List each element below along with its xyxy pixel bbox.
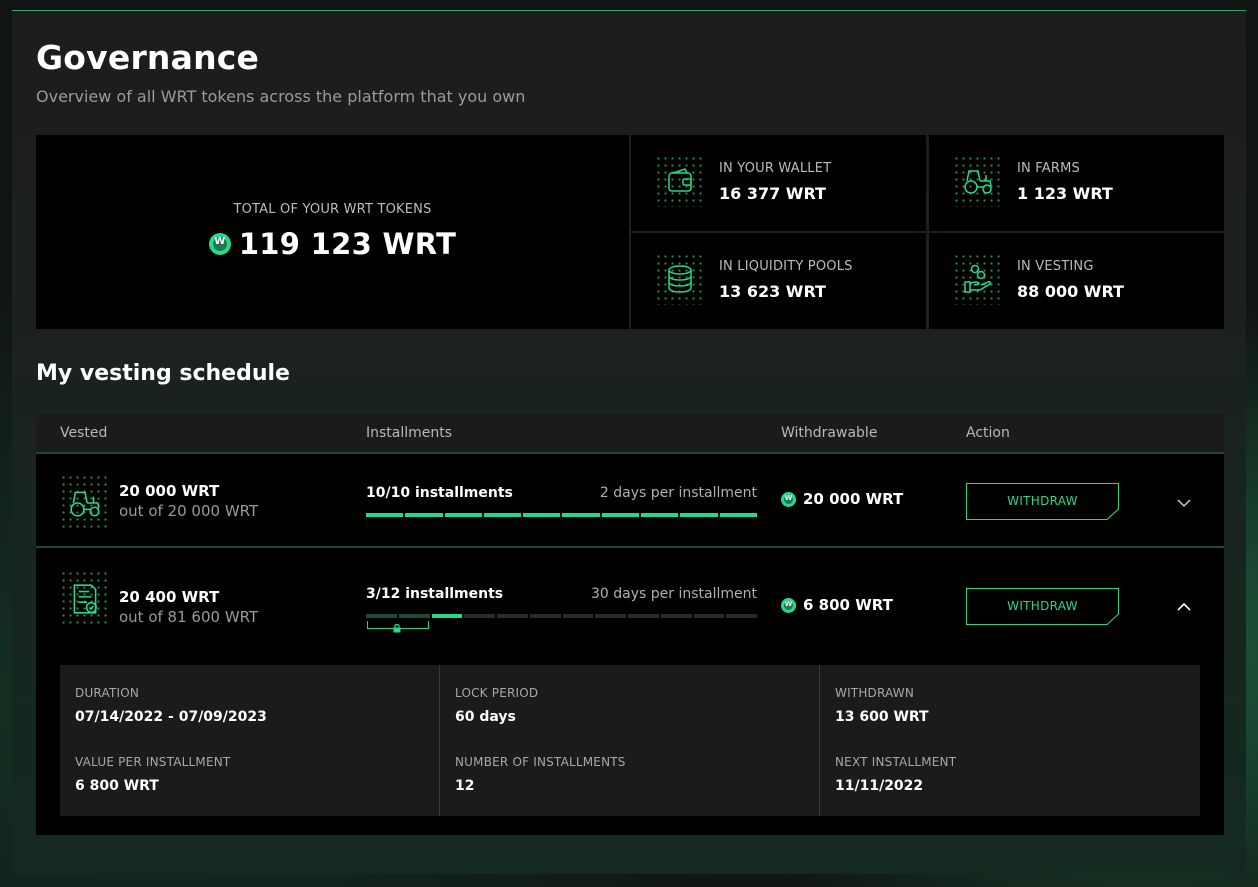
next-installment-label: NEXT INSTALLMENT — [835, 755, 957, 769]
withdrawn-label: WITHDRAWN — [835, 686, 915, 700]
tractor-icon — [953, 155, 1003, 207]
value-per-installment-label: VALUE PER INSTALLMENT — [75, 755, 231, 769]
stat-wallet: IN YOUR WALLET 16 377 WRT — [631, 135, 926, 231]
coin-stack-icon — [655, 253, 705, 305]
value-per-installment: 6 800 WRT — [75, 778, 159, 794]
installment-segment — [562, 614, 594, 618]
vesting-row[interactable]: 20 400 WRT out of 81 600 WRT 3/12 instal… — [36, 550, 1224, 835]
lock-period-label: LOCK PERIOD — [455, 686, 539, 700]
vesting-section-title: My vesting schedule — [36, 361, 290, 386]
withdrawable-amount: 6 800 WRT — [803, 596, 893, 614]
total-tokens-amount: 119 123 WRT — [238, 227, 457, 261]
vesting-table-header: Vested Installments Withdrawable Action — [36, 414, 1224, 454]
stat-liquidity-value: 13 623 WRT — [719, 282, 826, 301]
withdraw-button[interactable]: WITHDRAW — [966, 588, 1119, 625]
next-installment-value: 11/11/2022 — [835, 778, 924, 794]
col-vested: Vested — [60, 425, 108, 441]
installment-segment — [719, 513, 757, 517]
installment-segment — [464, 614, 495, 618]
page-title: Governance — [36, 38, 260, 77]
withdrawable-amount: 20 000 WRT — [803, 490, 904, 508]
tractor-icon — [60, 474, 110, 532]
col-installments: Installments — [366, 425, 453, 441]
installment-segment — [726, 614, 757, 618]
installment-segment — [595, 614, 626, 618]
total-tokens-value: W 119 123 WRT — [36, 227, 629, 261]
withdrawable-value: W 6 800 WRT — [781, 596, 893, 614]
hand-coins-icon — [953, 253, 1003, 305]
stat-farms: IN FARMS 1 123 WRT — [929, 135, 1224, 231]
stat-farms-label: IN FARMS — [1017, 161, 1080, 176]
installment-segment — [431, 614, 463, 618]
stat-vesting: IN VESTING 88 000 WRT — [929, 233, 1224, 329]
stat-vesting-label: IN VESTING — [1017, 259, 1094, 274]
installment-segment — [444, 513, 482, 517]
installment-segment — [529, 614, 561, 618]
installments-progress — [366, 614, 757, 618]
vesting-details: DURATION 07/14/2022 - 07/09/2023 VALUE P… — [60, 665, 1200, 816]
installment-segment — [562, 513, 600, 517]
stat-wallet-value: 16 377 WRT — [719, 184, 826, 203]
governance-panel: Governance Overview of all WRT tokens ac… — [12, 10, 1246, 874]
stat-liquidity: IN LIQUIDITY POOLS 13 623 WRT — [631, 233, 926, 329]
vested-total: out of 20 000 WRT — [119, 502, 259, 520]
stat-farms-value: 1 123 WRT — [1017, 184, 1113, 203]
withdraw-button[interactable]: WITHDRAW — [966, 483, 1119, 520]
wrt-coin-icon: W — [208, 233, 231, 255]
chevron-down-icon[interactable] — [1176, 498, 1192, 508]
installment-segment — [628, 614, 659, 618]
installments-progress — [366, 513, 757, 517]
installments-count: 10/10 installments — [366, 485, 513, 501]
installment-rate: 2 days per installment — [599, 485, 757, 501]
installment-segment — [366, 614, 397, 618]
installments-count: 3/12 installments — [366, 586, 504, 602]
installment-segment — [405, 513, 443, 517]
installment-segment — [523, 513, 561, 517]
token-summary: TOTAL OF YOUR WRT TOKENS W 119 123 WRT I… — [36, 135, 1224, 329]
total-tokens-card: TOTAL OF YOUR WRT TOKENS W 119 123 WRT — [36, 135, 629, 329]
duration-label: DURATION — [75, 686, 140, 700]
wrt-coin-icon: W — [781, 597, 796, 613]
installment-segment — [398, 614, 430, 618]
installment-segment — [660, 614, 692, 618]
installments-number-label: NUMBER OF INSTALLMENTS — [455, 755, 626, 769]
vested-amount: 20 400 WRT — [119, 588, 220, 606]
page-subtitle: Overview of all WRT tokens across the pl… — [36, 87, 526, 106]
vesting-table: Vested Installments Withdrawable Action … — [36, 414, 1224, 835]
wallet-icon — [655, 155, 705, 207]
vested-total: out of 81 600 WRT — [119, 608, 259, 626]
installment-segment — [680, 513, 718, 517]
lock-period-value: 60 days — [455, 709, 516, 725]
col-withdrawable: Withdrawable — [781, 425, 878, 441]
wrt-coin-icon: W — [781, 491, 796, 507]
stat-liquidity-label: IN LIQUIDITY POOLS — [719, 259, 853, 274]
duration-value: 07/14/2022 - 07/09/2023 — [75, 709, 267, 725]
document-check-icon — [60, 570, 110, 628]
installments-number: 12 — [455, 778, 475, 794]
withdrawable-value: W 20 000 WRT — [781, 490, 903, 508]
col-action: Action — [966, 425, 1010, 441]
installment-segment — [693, 614, 725, 618]
vested-amount: 20 000 WRT — [119, 482, 220, 500]
withdrawn-value: 13 600 WRT — [835, 709, 929, 725]
installment-segment — [641, 513, 679, 517]
installment-segment — [366, 513, 404, 517]
installment-rate: 30 days per installment — [591, 586, 757, 602]
details-col-withdrawn: WITHDRAWN 13 600 WRT NEXT INSTALLMENT 11… — [819, 665, 1199, 816]
details-col-duration: DURATION 07/14/2022 - 07/09/2023 VALUE P… — [60, 665, 440, 816]
installment-segment — [601, 513, 640, 517]
chevron-up-icon[interactable] — [1176, 602, 1192, 612]
lock-icon — [393, 623, 401, 633]
installment-segment — [483, 513, 522, 517]
details-col-lock: LOCK PERIOD 60 days NUMBER OF INSTALLMEN… — [439, 665, 819, 816]
installment-segment — [497, 614, 528, 618]
vesting-row[interactable]: 20 000 WRT out of 20 000 WRT 10/10 insta… — [36, 456, 1224, 548]
total-tokens-label: TOTAL OF YOUR WRT TOKENS — [233, 202, 432, 217]
stat-wallet-label: IN YOUR WALLET — [719, 161, 832, 176]
stat-vesting-value: 88 000 WRT — [1017, 282, 1124, 301]
